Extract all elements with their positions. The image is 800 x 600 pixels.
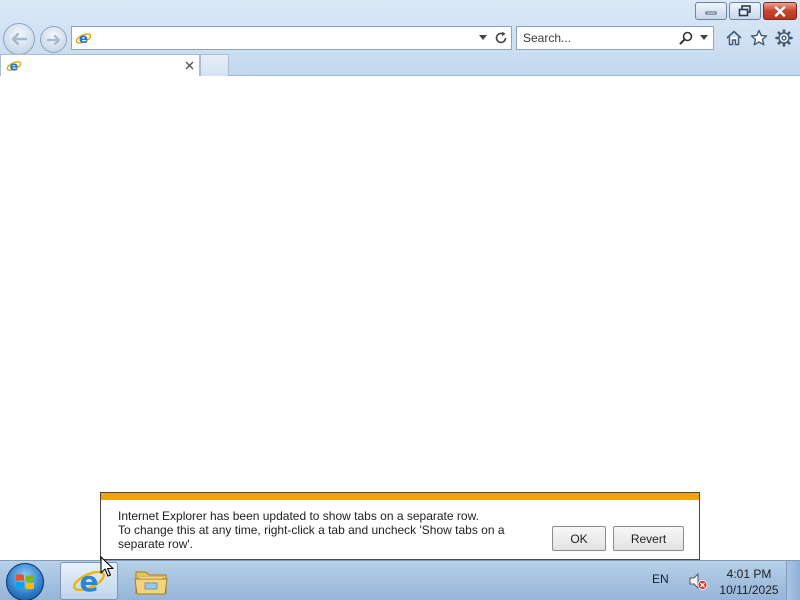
page-content[interactable] [0,77,800,560]
gear-icon [775,29,793,47]
tab-bar: e [0,54,800,76]
browser-toolbar: e Search... e [0,0,800,76]
window-caption-buttons [695,2,797,20]
search-input[interactable] [523,28,673,48]
home-icon [726,30,742,46]
forward-button[interactable] [40,26,67,53]
minimize-icon [705,11,717,15]
start-button[interactable] [6,563,44,600]
internet-explorer-icon: e [75,31,92,47]
close-button[interactable] [763,2,797,20]
new-tab-button[interactable] [200,54,229,76]
ok-button[interactable]: OK [552,526,606,551]
navigation-bar: e [0,22,800,55]
volume-muted-icon [689,572,708,590]
star-icon [750,29,768,46]
minimize-button[interactable] [695,2,727,20]
clock-time: 4:01 PM [726,567,772,581]
search-provider-dropdown[interactable] [697,27,711,49]
forward-arrow-icon [46,34,60,45]
clock[interactable]: 4:01 PM 10/11/2025 [716,566,782,598]
restore-icon [738,5,751,17]
search-box[interactable] [516,26,714,50]
tools-button[interactable] [773,26,795,50]
close-icon [185,61,193,69]
search-icon [679,31,693,45]
taskbar: e EN 4:01 PM 10/11/2025 [0,560,800,600]
chevron-down-icon [700,35,708,40]
taskbar-windows-explorer[interactable] [122,562,180,600]
address-dropdown-button[interactable] [476,27,490,49]
windows-logo-icon [16,574,34,590]
notification-line-1: Internet Explorer has been updated to sh… [118,509,479,523]
mouse-cursor-icon [100,556,114,577]
restore-button[interactable] [729,2,761,20]
revert-button[interactable]: Revert [613,526,684,551]
notification-message: Internet Explorer has been updated to sh… [118,509,538,551]
close-icon [774,5,786,17]
svg-text:e: e [10,59,19,74]
refresh-icon [495,31,507,44]
chevron-down-icon [479,35,487,40]
favorites-button[interactable] [748,26,770,50]
notification-line-3: separate row'. [118,537,193,551]
internet-explorer-icon: e [6,59,22,74]
back-button[interactable] [3,23,35,55]
volume-button[interactable] [687,570,709,592]
address-input[interactable] [96,28,476,48]
screen: e Search... e Internet Explorer has been… [0,0,800,600]
clock-date: 10/11/2025 [719,583,779,597]
home-button[interactable] [723,26,745,50]
tab-current[interactable]: e [0,54,200,76]
notification-bar: Internet Explorer has been updated to sh… [100,492,700,560]
windows-explorer-icon [134,571,168,595]
notification-line-2: To change this at any time, right-click … [118,523,505,537]
language-indicator[interactable]: EN [652,572,669,586]
notification-accent-stripe [101,493,699,500]
refresh-button[interactable] [492,27,510,49]
svg-text:e: e [80,565,99,598]
address-bar[interactable]: e [71,26,512,50]
svg-text:e: e [79,31,88,47]
search-button[interactable] [677,27,695,49]
back-arrow-icon [11,32,28,46]
show-desktop-button[interactable] [786,561,800,600]
tab-close-button[interactable] [183,59,195,71]
